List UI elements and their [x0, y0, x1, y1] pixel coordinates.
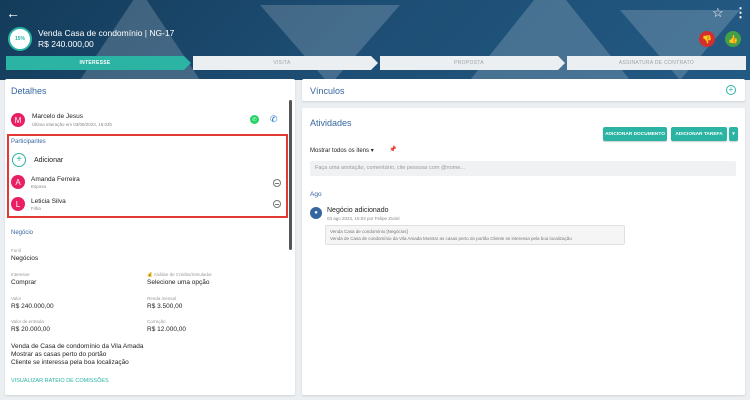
description-line: Mostrar as casas perto do portão [11, 351, 107, 358]
avatar: A [11, 175, 25, 189]
progress-label: 15% [14, 36, 25, 42]
credito-label: 💰 Análise de Crédito/Simulador [147, 272, 212, 277]
pin-icon[interactable]: 📌 [389, 146, 396, 153]
back-arrow-icon[interactable]: ← [6, 6, 20, 20]
pipeline-stages: INTERESSE VISITA PROPOSTA ASSINATURA DE … [6, 56, 746, 70]
thumbs-up-icon: 👍 [728, 34, 738, 44]
whatsapp-icon[interactable]: ✆ [250, 115, 259, 124]
add-participant-icon[interactable]: + [12, 153, 26, 167]
phone-icon[interactable]: ✆ [270, 114, 278, 125]
vinculos-title: Vínculos [310, 86, 345, 96]
deal-title: Venda Casa de condomínio | NG-17 [38, 28, 175, 38]
commission-link[interactable]: VISUALIZAR RATEIO DE COMISSÕES [11, 378, 109, 384]
deal-icon: ● [310, 207, 322, 219]
scrollbar[interactable] [289, 100, 292, 250]
participant-name: Leticia Silva [31, 198, 66, 205]
interesse-value[interactable]: Comprar [11, 279, 36, 286]
activity-meta: 03 ago 2023, 15:03 por Felipe Zuriel [327, 216, 400, 221]
filter-select[interactable]: Mostrar todos os itens ▾ [310, 147, 374, 154]
description-line: Cliente se interessa pela boa localizaçã… [11, 359, 129, 366]
add-document-button[interactable]: ADICIONAR DOCUMENTO [603, 127, 667, 141]
stage-proposta[interactable]: PROPOSTA [380, 56, 558, 70]
entrada-label: Valor de entrada [11, 319, 44, 324]
correcao-label: Correção [147, 319, 166, 324]
valor-label: Valor [11, 296, 22, 301]
activity-card-title: Venda Casa de condomínio [Negócios] [330, 229, 408, 234]
participant-role: Filha [31, 206, 41, 211]
add-task-dropdown-button[interactable]: ▾ [729, 127, 738, 141]
deal-value: R$ 240.000,00 [38, 39, 94, 49]
stage-visita[interactable]: VISITA [193, 56, 371, 70]
funil-label: Funil [11, 248, 21, 253]
vinculos-panel [302, 79, 745, 101]
avatar: L [11, 197, 25, 211]
add-link-icon[interactable]: + [726, 85, 736, 95]
filter-label: Mostrar todos os itens [310, 148, 370, 154]
funil-value[interactable]: Negócios [11, 255, 38, 262]
activity-card-text: Venda de Casa de condomínio da Vila Amad… [330, 236, 572, 241]
atividades-title: Atividades [310, 118, 352, 128]
remove-circle-icon[interactable] [273, 179, 281, 187]
progress-ring: 15% [8, 27, 32, 51]
stage-interesse[interactable]: INTERESSE [6, 56, 184, 70]
activity-title: Negócio adicionado [327, 207, 389, 214]
interesse-label: Interesse [11, 272, 30, 277]
avatar: M [11, 113, 25, 127]
valor-value[interactable]: R$ 240.000,00 [11, 303, 54, 310]
activity-card [325, 225, 625, 245]
remove-circle-icon[interactable] [273, 200, 281, 208]
entrada-value[interactable]: R$ 20.000,00 [11, 326, 50, 333]
timeline-group-label: Ago [310, 191, 322, 198]
details-title: Detalhes [11, 86, 47, 96]
correcao-value[interactable]: R$ 12.000,00 [147, 326, 186, 333]
more-vert-icon[interactable]: ⋮ [734, 6, 747, 20]
caret-down-icon: ▾ [732, 131, 735, 137]
renda-label: Renda mensal [147, 296, 177, 301]
participant-name: Amanda Ferreira [31, 176, 80, 183]
mark-lost-button[interactable]: 👎 [699, 31, 715, 47]
mark-won-button[interactable]: 👍 [725, 31, 741, 47]
participant-role: Esposa [31, 184, 47, 189]
star-icon[interactable]: ☆ [712, 6, 724, 20]
add-task-button[interactable]: ADICIONAR TAREFA [671, 127, 727, 141]
credito-select[interactable]: Selecione uma opção [147, 279, 210, 286]
thumbs-down-icon: 👎 [702, 34, 712, 44]
caret-down-icon: ▾ [370, 148, 374, 154]
note-input[interactable]: Faça uma anotação, comentário, cite pess… [310, 161, 736, 176]
contact-last-interaction: Última interação em 03/08/2023, 15:03h [32, 122, 113, 127]
description-line: Venda de Casa de condomínio da Vila Amad… [11, 343, 144, 350]
contact-name[interactable]: Marcelo de Jesus [32, 113, 83, 120]
stage-assinatura[interactable]: ASSINATURA DE CONTRATO [567, 56, 746, 70]
participants-title: Participantes [11, 139, 46, 145]
negocio-title: Negócio [11, 230, 34, 236]
renda-value[interactable]: R$ 3.500,00 [147, 303, 182, 310]
add-participant-button[interactable]: Adicionar [34, 157, 63, 164]
